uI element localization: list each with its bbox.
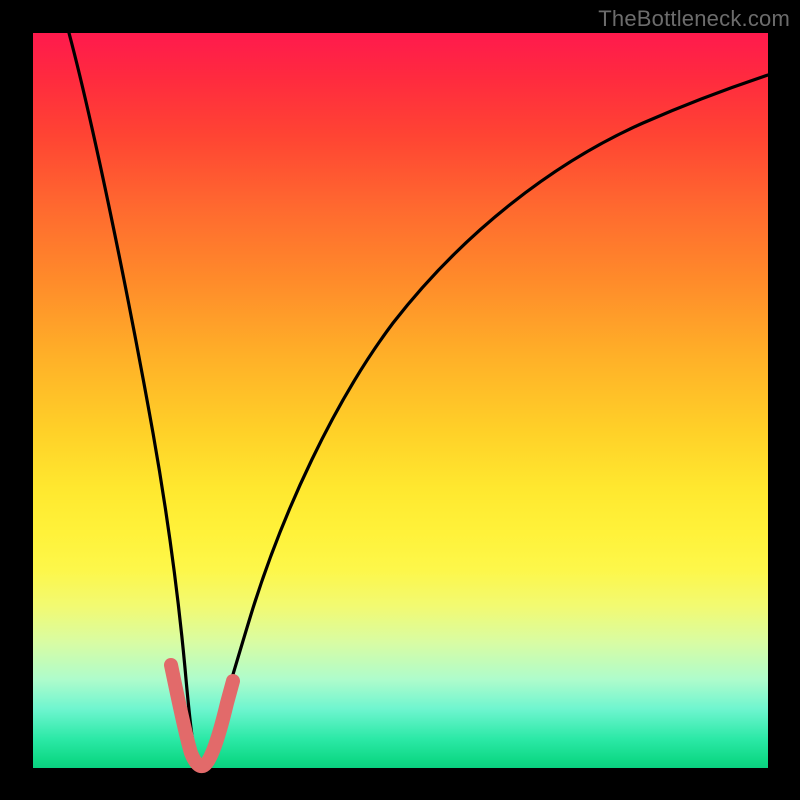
optimal-range-markers xyxy=(171,665,233,766)
watermark-text: TheBottleneck.com xyxy=(598,6,790,32)
bottleneck-curve xyxy=(69,33,768,766)
chart-frame xyxy=(33,33,768,768)
bottleneck-chart xyxy=(33,33,768,768)
